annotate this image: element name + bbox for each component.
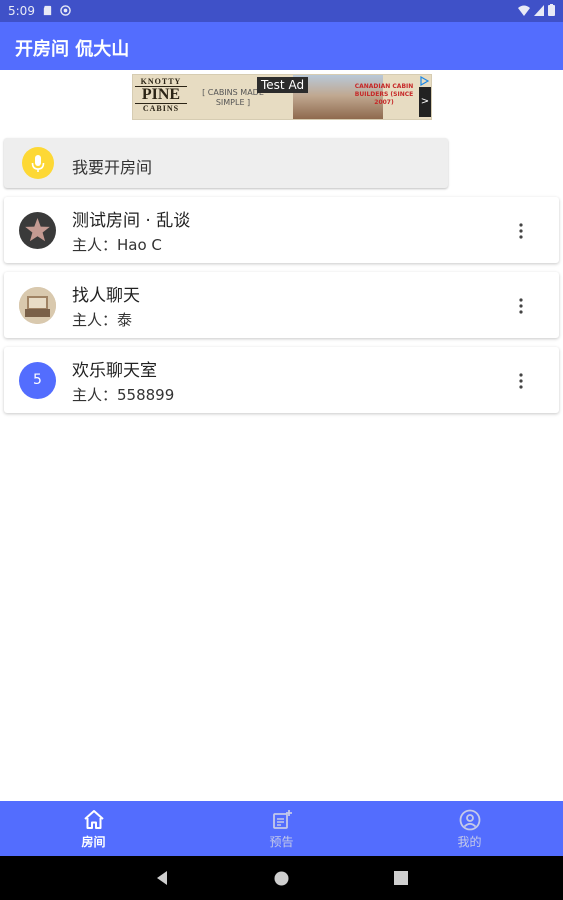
room-photo-image — [19, 287, 56, 324]
nav-tab-rooms[interactable]: 房间 — [0, 801, 187, 856]
room-owner: 主人：558899 — [72, 386, 175, 404]
room-name: 找人聊天 — [72, 286, 140, 306]
create-room-label: 我要开房间 — [72, 158, 153, 177]
room-card[interactable]: 测试房间 · 乱谈 主人：Hao C — [4, 197, 559, 263]
ad-logo-line3: CABINS — [135, 103, 187, 113]
home-icon — [83, 810, 104, 829]
room-avatar-letter: 5 — [19, 362, 56, 399]
app-bar: 开房间 侃大山 — [0, 22, 563, 70]
mic-icon — [31, 155, 45, 172]
ad-banner[interactable]: KNOTTY PINE CABINS [ CABINS MADE SIMPLE … — [132, 74, 432, 120]
recents-icon[interactable] — [394, 871, 408, 885]
room-name: 测试房间 · 乱谈 — [72, 211, 191, 231]
system-nav-bar — [0, 856, 563, 900]
nav-label: 房间 — [81, 835, 106, 849]
room-avatar-star — [19, 212, 56, 249]
battery-icon — [548, 4, 555, 16]
create-room-button[interactable]: 我要开房间 — [4, 138, 448, 188]
nav-label: 预告 — [269, 835, 294, 849]
back-icon[interactable] — [155, 870, 169, 886]
ad-choices-icon[interactable] — [419, 76, 430, 86]
more-vert-icon[interactable] — [511, 371, 531, 391]
post-add-icon — [272, 810, 292, 829]
room-name: 欢乐聊天室 — [72, 361, 157, 381]
app-title: 开房间 侃大山 — [15, 39, 130, 60]
nav-tab-preview[interactable]: 预告 — [188, 801, 375, 856]
room-owner: 主人：泰 — [72, 311, 133, 329]
more-vert-icon[interactable] — [511, 296, 531, 316]
signal-icon — [534, 4, 544, 16]
bottom-nav: 房间 预告 我的 — [0, 801, 563, 856]
nav-label: 我的 — [457, 835, 482, 849]
room-card[interactable]: 5 欢乐聊天室 主人：558899 — [4, 347, 559, 413]
sd-card-icon — [43, 5, 52, 16]
room-avatar-photo — [19, 287, 56, 324]
ad-brand: CANADIAN CABIN BUILDERS (SINCE 2007) — [354, 83, 414, 106]
status-bar: 5:09 — [0, 0, 563, 22]
ad-logo: KNOTTY PINE CABINS — [135, 77, 187, 117]
account-circle-icon — [459, 809, 480, 831]
mic-avatar — [22, 147, 54, 179]
ad-arrow-button[interactable]: > — [419, 87, 431, 117]
nav-tab-mine[interactable]: 我的 — [376, 801, 563, 856]
room-owner: 主人：Hao C — [72, 236, 162, 254]
home-circle-icon[interactable] — [274, 871, 289, 886]
wifi-icon — [518, 5, 530, 16]
star-icon — [25, 218, 50, 242]
status-time: 5:09 — [8, 4, 35, 18]
more-vert-icon[interactable] — [511, 221, 531, 241]
ad-logo-line2: PINE — [141, 86, 181, 103]
sync-icon — [60, 5, 71, 16]
room-card[interactable]: 找人聊天 主人：泰 — [4, 272, 559, 338]
ad-test-label: Test Ad — [257, 77, 309, 93]
